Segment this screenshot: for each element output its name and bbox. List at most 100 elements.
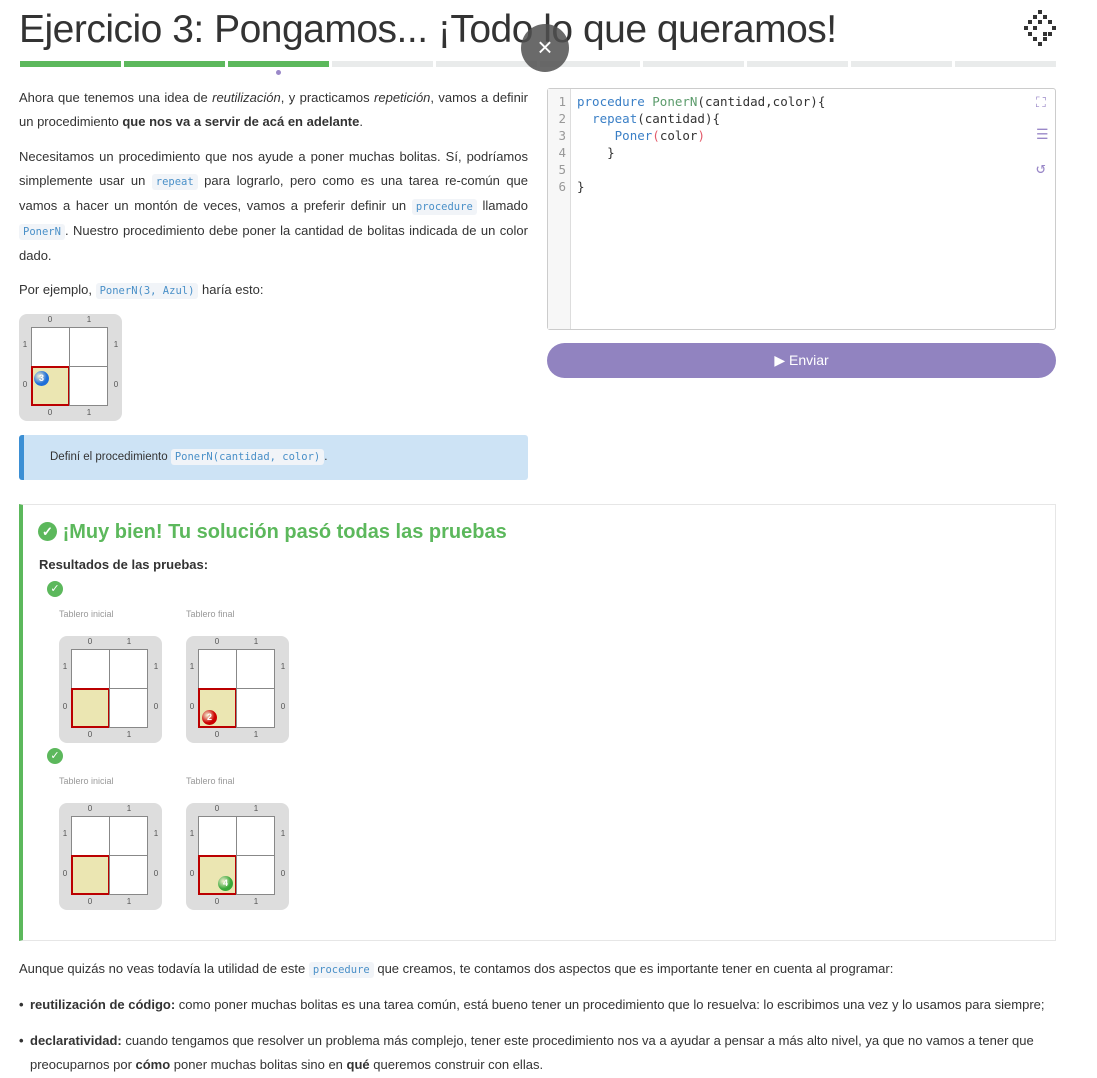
row-label: 0 <box>153 869 159 878</box>
column-label: 0 <box>87 897 93 906</box>
results-title: ✓ ¡Muy bien! Tu solución pasó todas las … <box>38 521 507 544</box>
board-cell <box>109 649 148 689</box>
row-label: 0 <box>62 869 68 878</box>
code-line: Poner(color) <box>614 128 705 143</box>
progress-segment[interactable] <box>227 61 329 67</box>
fullscreen-icon[interactable]: ⛶ <box>1036 95 1046 111</box>
board-cell-head <box>198 855 237 895</box>
progress-segment[interactable] <box>20 61 121 67</box>
column-label: 1 <box>126 637 132 646</box>
ball-icon: 2 <box>202 710 217 725</box>
initial-board: 0 0 1 1 1 1 0 0 <box>59 636 162 743</box>
send-button[interactable]: ▶ Enviar <box>547 343 1056 378</box>
column-label: 1 <box>253 804 259 813</box>
board-cell-head <box>71 688 110 728</box>
board-cell <box>109 855 148 895</box>
column-label: 0 <box>87 730 93 739</box>
ball-icon: 3 <box>34 371 49 386</box>
column-label: 1 <box>253 897 259 906</box>
board-cell <box>109 688 148 728</box>
intro-paragraph-3: Por ejemplo, PonerN(3, Azul) haría esto: <box>19 282 264 299</box>
code-editor[interactable]: 1 2 3 4 5 6 procedure PonerN(cantidad,color){… <box>547 88 1056 330</box>
progress-segment[interactable] <box>435 61 537 67</box>
board-cell <box>71 649 110 689</box>
close-button[interactable]: × <box>521 24 569 72</box>
test-passed-icon: ✓ <box>47 748 63 764</box>
example-board: 001111003 <box>19 314 122 421</box>
column-label: 1 <box>126 804 132 813</box>
reset-icon[interactable]: ↺ <box>1036 158 1046 177</box>
column-label: 1 <box>86 315 92 324</box>
initial-board-label: Tablero inicial <box>59 776 114 786</box>
final-board: 0 0 1 1 1 1 0 0 4 <box>186 803 289 910</box>
intro-paragraph-2: Necesitamos un procedimiento que nos ayu… <box>19 149 529 263</box>
column-label: 0 <box>47 315 53 324</box>
test-passed-icon: ✓ <box>47 581 63 597</box>
board-cell <box>109 816 148 856</box>
bullet-reuse: reutilización de código: como poner much… <box>19 993 1060 1017</box>
board-cell <box>236 855 275 895</box>
progress-segment[interactable] <box>331 61 433 67</box>
row-label: 0 <box>113 380 119 389</box>
board-cell <box>69 366 108 406</box>
code-line: repeat(cantidad){ <box>592 111 721 126</box>
line-number: 1 <box>558 94 566 109</box>
column-label: 0 <box>47 408 53 417</box>
row-label: 0 <box>62 702 68 711</box>
progress-segment[interactable] <box>955 61 1057 67</box>
board-cell <box>236 816 275 856</box>
row-label: 1 <box>62 829 68 838</box>
line-number: 5 <box>558 162 566 177</box>
column-label: 0 <box>214 730 220 739</box>
column-label: 0 <box>87 637 93 646</box>
line-number: 6 <box>558 179 566 194</box>
code-line: } <box>577 145 615 160</box>
column-label: 1 <box>253 637 259 646</box>
outro-paragraph: Aunque quizás no veas todavía la utilida… <box>19 961 894 978</box>
code-line: procedure PonerN(cantidad,color){ <box>577 94 826 109</box>
row-label: 1 <box>153 662 159 671</box>
intro-paragraph-1: Ahora que tenemos una idea de reutilizac… <box>19 90 529 129</box>
final-board-label: Tablero final <box>186 609 235 619</box>
board-cell <box>31 327 70 367</box>
row-label: 1 <box>189 662 195 671</box>
progress-segment[interactable] <box>851 61 953 67</box>
row-label: 1 <box>113 340 119 349</box>
row-label: 1 <box>62 662 68 671</box>
board-cell <box>71 816 110 856</box>
row-label: 1 <box>153 829 159 838</box>
mumuki-logo-icon <box>1024 10 1056 46</box>
page-title: Ejercicio 3: Pongamos... ¡Todo lo que qu… <box>19 8 837 51</box>
success-check-icon: ✓ <box>38 522 57 541</box>
row-label: 1 <box>280 662 286 671</box>
board-cell <box>198 649 237 689</box>
row-label: 0 <box>189 869 195 878</box>
format-indent-icon[interactable]: ☰ <box>1036 127 1049 143</box>
column-label: 1 <box>126 897 132 906</box>
final-board-label: Tablero final <box>186 776 235 786</box>
final-board: 001111002 <box>186 636 289 743</box>
progress-segment[interactable] <box>643 61 745 67</box>
column-label: 1 <box>86 408 92 417</box>
column-label: 0 <box>87 804 93 813</box>
board-cell <box>198 816 237 856</box>
column-label: 0 <box>214 897 220 906</box>
column-label: 0 <box>214 637 220 646</box>
bullet-declarativity: declaratividad: cuando tengamos que reso… <box>19 1029 1060 1077</box>
row-label: 0 <box>22 380 28 389</box>
row-label: 0 <box>153 702 159 711</box>
board-cell <box>236 649 275 689</box>
code-line: } <box>577 179 585 194</box>
initial-board-label: Tablero inicial <box>59 609 114 619</box>
instruction-box: Definí el procedimiento PonerN(cantidad,… <box>19 435 528 480</box>
line-number: 3 <box>558 128 566 143</box>
progress-segment[interactable] <box>123 61 225 67</box>
progress-segment[interactable] <box>747 61 849 67</box>
column-label: 0 <box>214 804 220 813</box>
ball-icon: 4 <box>218 876 233 891</box>
line-number: 4 <box>558 145 566 160</box>
send-label: Enviar <box>788 352 829 368</box>
line-number: 2 <box>558 111 566 126</box>
row-label: 0 <box>280 869 286 878</box>
row-label: 1 <box>189 829 195 838</box>
